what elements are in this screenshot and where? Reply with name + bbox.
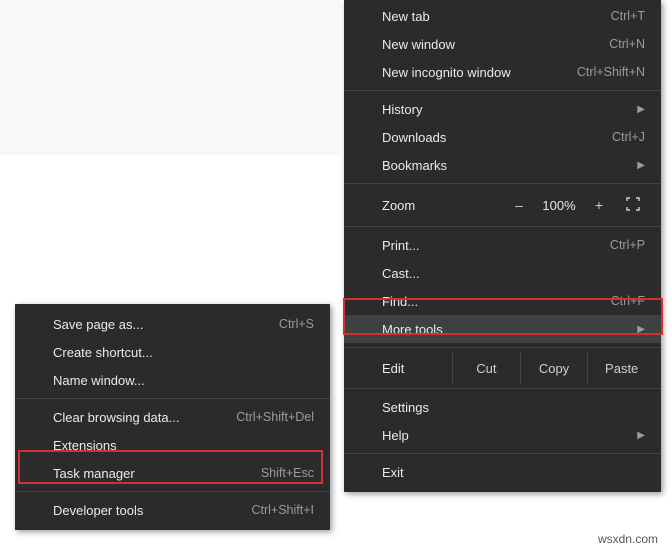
menu-item-print[interactable]: Print... Ctrl+P xyxy=(344,231,661,259)
label: Clear browsing data... xyxy=(53,410,236,425)
submenu-arrow-icon: ▶ xyxy=(637,430,645,441)
separator xyxy=(344,453,661,454)
fullscreen-icon xyxy=(626,197,640,211)
menu-item-help[interactable]: Help ▶ xyxy=(344,421,661,449)
shortcut: Ctrl+P xyxy=(610,238,645,252)
zoom-in-button[interactable]: + xyxy=(583,197,615,213)
menu-item-bookmarks[interactable]: Bookmarks ▶ xyxy=(344,151,661,179)
shortcut: Ctrl+Shift+N xyxy=(577,65,645,79)
separator xyxy=(344,226,661,227)
more-tools-submenu: Save page as... Ctrl+S Create shortcut..… xyxy=(15,304,330,530)
menu-item-zoom: Zoom – 100% + xyxy=(344,188,661,222)
label: Create shortcut... xyxy=(53,345,314,360)
label: Settings xyxy=(382,400,645,415)
label: Save page as... xyxy=(53,317,279,332)
menu-item-exit[interactable]: Exit xyxy=(344,458,661,486)
submenu-arrow-icon: ▶ xyxy=(637,104,645,115)
label: Help xyxy=(382,428,637,443)
label: Developer tools xyxy=(53,503,251,518)
menu-item-more-tools[interactable]: More tools ▶ xyxy=(344,315,661,343)
label: More tools xyxy=(382,322,637,337)
label: History xyxy=(382,102,637,117)
menu-item-edit: Edit Cut Copy Paste xyxy=(344,352,661,384)
submenu-item-developer-tools[interactable]: Developer tools Ctrl+Shift+I xyxy=(15,496,330,524)
menu-item-cast[interactable]: Cast... xyxy=(344,259,661,287)
label: New tab xyxy=(382,9,611,24)
menu-item-find[interactable]: Find... Ctrl+F xyxy=(344,287,661,315)
shortcut: Ctrl+F xyxy=(611,294,645,308)
separator xyxy=(344,347,661,348)
chrome-main-menu: New tab Ctrl+T New window Ctrl+N New inc… xyxy=(344,0,661,492)
separator xyxy=(344,388,661,389)
edit-paste-button[interactable]: Paste xyxy=(587,352,655,384)
label: New window xyxy=(382,37,609,52)
menu-item-history[interactable]: History ▶ xyxy=(344,95,661,123)
menu-item-new-window[interactable]: New window Ctrl+N xyxy=(344,30,661,58)
label: New incognito window xyxy=(382,65,577,80)
submenu-item-name-window[interactable]: Name window... xyxy=(15,366,330,394)
label: Extensions xyxy=(53,438,314,453)
label: Find... xyxy=(382,294,611,309)
menu-item-new-tab[interactable]: New tab Ctrl+T xyxy=(344,2,661,30)
label: Task manager xyxy=(53,466,261,481)
watermark: wsxdn.com xyxy=(598,532,658,546)
edit-cut-button[interactable]: Cut xyxy=(452,352,520,384)
zoom-out-button[interactable]: – xyxy=(503,197,535,213)
separator xyxy=(344,90,661,91)
shortcut: Ctrl+S xyxy=(279,317,314,331)
submenu-item-create-shortcut[interactable]: Create shortcut... xyxy=(15,338,330,366)
label: Exit xyxy=(382,465,645,480)
submenu-item-extensions[interactable]: Extensions xyxy=(15,431,330,459)
shortcut: Ctrl+Shift+I xyxy=(251,503,314,517)
label: Edit xyxy=(382,361,452,376)
shortcut: Shift+Esc xyxy=(261,466,314,480)
shortcut: Ctrl+Shift+Del xyxy=(236,410,314,424)
menu-item-new-incognito[interactable]: New incognito window Ctrl+Shift+N xyxy=(344,58,661,86)
zoom-value: 100% xyxy=(535,198,583,213)
label: Cast... xyxy=(382,266,645,281)
separator xyxy=(344,183,661,184)
submenu-arrow-icon: ▶ xyxy=(637,160,645,171)
submenu-item-save-page[interactable]: Save page as... Ctrl+S xyxy=(15,310,330,338)
menu-item-downloads[interactable]: Downloads Ctrl+J xyxy=(344,123,661,151)
label: Print... xyxy=(382,238,610,253)
edit-copy-button[interactable]: Copy xyxy=(520,352,588,384)
fullscreen-button[interactable] xyxy=(615,197,651,214)
separator xyxy=(15,398,330,399)
menu-item-settings[interactable]: Settings xyxy=(344,393,661,421)
submenu-item-clear-browsing-data[interactable]: Clear browsing data... Ctrl+Shift+Del xyxy=(15,403,330,431)
label: Zoom xyxy=(382,198,503,213)
separator xyxy=(15,491,330,492)
label: Name window... xyxy=(53,373,314,388)
shortcut: Ctrl+N xyxy=(609,37,645,51)
label: Downloads xyxy=(382,130,612,145)
shortcut: Ctrl+T xyxy=(611,9,645,23)
shortcut: Ctrl+J xyxy=(612,130,645,144)
submenu-arrow-icon: ▶ xyxy=(637,324,645,335)
submenu-item-task-manager[interactable]: Task manager Shift+Esc xyxy=(15,459,330,487)
label: Bookmarks xyxy=(382,158,637,173)
